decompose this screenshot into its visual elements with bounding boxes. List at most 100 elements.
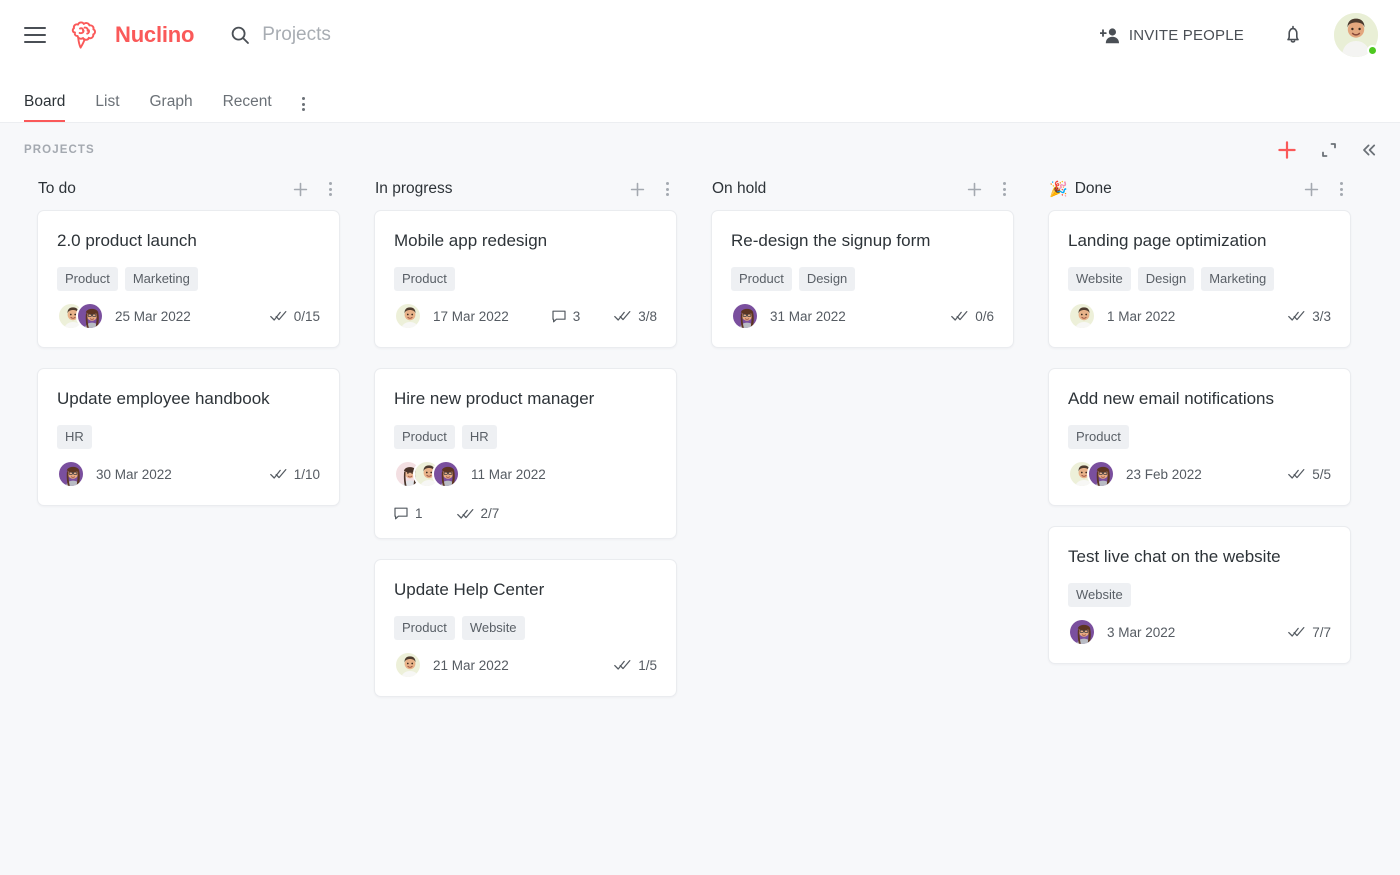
card-assignees[interactable]: [394, 302, 422, 331]
column-name-label: Done: [1074, 180, 1112, 197]
comment-icon: [552, 310, 566, 322]
collapse-all-button[interactable]: [1320, 141, 1338, 159]
avatar: [394, 651, 422, 680]
notification-bell-icon[interactable]: [1282, 24, 1304, 46]
invite-people-button[interactable]: INVITE PEOPLE: [1099, 26, 1244, 44]
board-header: PROJECTS: [0, 123, 1400, 168]
more-options-icon[interactable]: [301, 97, 305, 122]
card-task-progress[interactable]: 0/15: [269, 309, 320, 324]
column-title[interactable]: 🎉 Done: [1049, 180, 1112, 198]
card-due-date: 11 Mar 2022: [471, 466, 546, 482]
card-tags: Product Website: [394, 616, 657, 641]
card-task-progress[interactable]: 1/5: [614, 658, 657, 673]
task-progress-label: 2/7: [480, 506, 500, 522]
card-meta: 25 Mar 2022 0/15: [57, 302, 320, 331]
card-title: 2.0 product launch: [57, 231, 197, 250]
add-card-button[interactable]: [629, 181, 646, 198]
card-assignees[interactable]: [1068, 618, 1096, 647]
column-name-label: In progress: [375, 180, 453, 197]
board-card[interactable]: Hire new product manager Product HR 11 Mar …: [374, 368, 677, 540]
column-more-options-icon[interactable]: [323, 182, 337, 196]
card-meta: 3 Mar 2022 7/7: [1068, 618, 1331, 647]
board-card[interactable]: Update Help Center Product Website 21 Mar 2…: [374, 559, 677, 698]
column-more-options-icon[interactable]: [660, 182, 674, 196]
tag-badge[interactable]: Product: [394, 267, 455, 292]
column-more-options-icon[interactable]: [1334, 182, 1348, 196]
column-title[interactable]: To do: [38, 180, 76, 198]
view-tabs: Board List Graph Recent: [0, 70, 1400, 122]
card-task-progress[interactable]: 7/7: [1288, 625, 1331, 640]
tag-badge[interactable]: HR: [57, 425, 92, 450]
tag-badge[interactable]: Design: [1137, 267, 1195, 292]
card-meta: 23 Feb 2022 5/5: [1068, 460, 1331, 489]
board-card[interactable]: Re-design the signup form Product Design 31…: [711, 210, 1014, 349]
card-assignees[interactable]: [731, 302, 759, 331]
card-task-progress[interactable]: 5/5: [1288, 467, 1331, 482]
board-card[interactable]: Mobile app redesign Product 17 Mar 2022 3 3/…: [374, 210, 677, 349]
tag-badge[interactable]: Website: [461, 616, 525, 641]
double-check-icon: [269, 469, 287, 479]
board-card[interactable]: Test live chat on the website Website 3 Ma…: [1048, 526, 1351, 665]
hide-sidebar-button[interactable]: [1360, 141, 1378, 159]
card-task-progress[interactable]: 1/10: [269, 467, 320, 482]
tag-badge[interactable]: Product: [394, 425, 455, 450]
tag-badge[interactable]: Product: [1068, 425, 1129, 450]
column-more-options-icon[interactable]: [997, 182, 1011, 196]
tab-recent[interactable]: Recent: [223, 93, 272, 122]
task-progress-label: 3/8: [638, 308, 657, 324]
board-column-on-hold: On hold Re-design the signup form Product D…: [694, 168, 1031, 368]
board-card[interactable]: Add new email notifications Product 23 Feb…: [1048, 368, 1351, 507]
card-assignees[interactable]: [1068, 302, 1096, 331]
avatar: [394, 302, 422, 331]
add-item-button[interactable]: [1276, 139, 1298, 161]
column-header: In progress: [374, 168, 677, 210]
nuclino-brand-logo[interactable]: Nuclino: [70, 19, 194, 51]
tag-badge[interactable]: Website: [1068, 583, 1131, 608]
card-title: Re-design the signup form: [731, 231, 931, 250]
card-assignees[interactable]: [394, 651, 422, 680]
card-comment-count[interactable]: 1: [394, 506, 423, 521]
avatar: [1068, 302, 1096, 331]
top-header-bar: Nuclino Projects INVITE PEOPLE: [0, 0, 1400, 70]
card-assignees[interactable]: [394, 460, 460, 489]
add-card-button[interactable]: [292, 181, 309, 198]
add-card-button[interactable]: [1303, 181, 1320, 198]
tag-badge[interactable]: Product: [394, 616, 455, 641]
card-task-progress[interactable]: 0/6: [951, 309, 994, 324]
tab-board[interactable]: Board: [24, 93, 66, 122]
board-columns: To do 2.0 product launch Product Marketing 2…: [0, 168, 1400, 717]
comment-count-label: 1: [415, 506, 423, 522]
card-comment-count[interactable]: 3: [552, 308, 581, 324]
board-card[interactable]: 2.0 product launch Product Marketing 25 Mar…: [37, 210, 340, 349]
user-avatar-menu[interactable]: [1334, 13, 1378, 57]
search-input[interactable]: Projects: [230, 24, 331, 46]
card-task-progress[interactable]: 2/7: [456, 506, 500, 522]
tag-badge[interactable]: Design: [798, 267, 856, 292]
card-task-progress[interactable]: 3/3: [1288, 309, 1331, 324]
tag-badge[interactable]: Product: [57, 267, 118, 292]
tag-badge[interactable]: Marketing: [1201, 267, 1275, 292]
invite-people-label: INVITE PEOPLE: [1128, 26, 1244, 44]
tag-badge[interactable]: Marketing: [124, 267, 198, 292]
card-task-progress[interactable]: 3/8: [614, 309, 657, 324]
column-title[interactable]: On hold: [712, 180, 766, 198]
task-progress-label: 1/5: [638, 657, 657, 673]
card-assignees[interactable]: [57, 302, 104, 331]
tag-badge[interactable]: Website: [1068, 267, 1131, 292]
hamburger-menu-icon[interactable]: [24, 23, 48, 47]
tag-badge[interactable]: HR: [461, 425, 497, 450]
column-title[interactable]: In progress: [375, 180, 453, 198]
comment-count-label: 3: [572, 308, 581, 324]
card-assignees[interactable]: [1068, 460, 1115, 489]
board-card[interactable]: Update employee handbook HR 30 Mar 2022 1/1…: [37, 368, 340, 507]
card-due-date: 25 Mar 2022: [115, 308, 191, 324]
tab-list[interactable]: List: [95, 93, 119, 122]
board-column-to-do: To do 2.0 product launch Product Marketing 2…: [20, 168, 357, 526]
add-card-button[interactable]: [966, 181, 983, 198]
double-check-icon: [456, 508, 473, 519]
board-column-done: 🎉 Done Landing page optimization Website Des…: [1031, 168, 1368, 684]
tab-graph[interactable]: Graph: [150, 93, 193, 122]
tag-badge[interactable]: Product: [731, 267, 792, 292]
card-assignees[interactable]: [57, 460, 85, 489]
board-card[interactable]: Landing page optimization Website Design Ma…: [1048, 210, 1351, 349]
